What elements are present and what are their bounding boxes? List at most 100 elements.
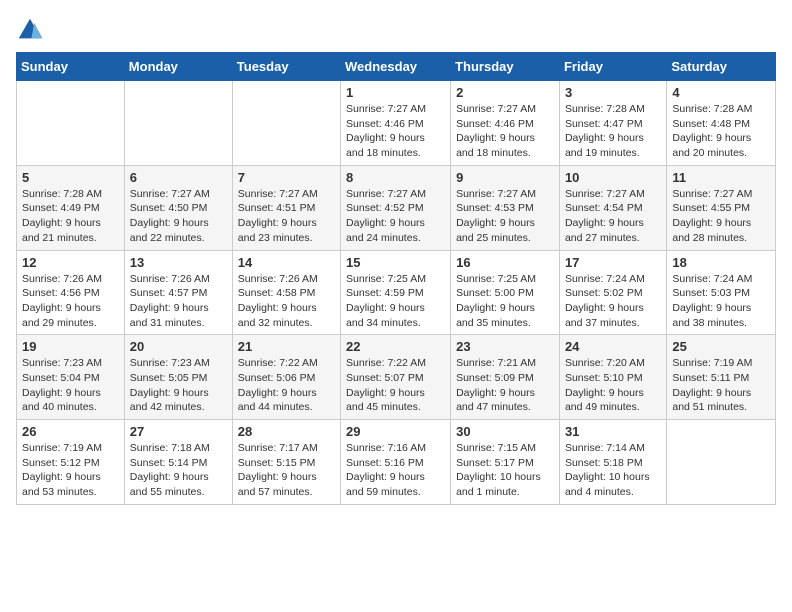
calendar-table: SundayMondayTuesdayWednesdayThursdayFrid… xyxy=(16,52,776,505)
daylight: Daylight: 9 hours and 35 minutes. xyxy=(456,302,535,329)
calendar-cell: 21 Sunrise: 7:22 AM Sunset: 5:06 PM Dayl… xyxy=(232,335,340,420)
calendar-week-row: 26 Sunrise: 7:19 AM Sunset: 5:12 PM Dayl… xyxy=(17,420,776,505)
sunrise: Sunrise: 7:15 AM xyxy=(456,442,536,454)
day-number: 13 xyxy=(130,255,227,270)
day-number: 2 xyxy=(456,85,554,100)
day-info: Sunrise: 7:19 AM Sunset: 5:12 PM Dayligh… xyxy=(22,441,119,500)
sunrise: Sunrise: 7:27 AM xyxy=(565,188,645,200)
day-number: 30 xyxy=(456,424,554,439)
sunrise: Sunrise: 7:24 AM xyxy=(565,273,645,285)
calendar-cell: 1 Sunrise: 7:27 AM Sunset: 4:46 PM Dayli… xyxy=(341,81,451,166)
calendar-week-row: 1 Sunrise: 7:27 AM Sunset: 4:46 PM Dayli… xyxy=(17,81,776,166)
day-info: Sunrise: 7:24 AM Sunset: 5:03 PM Dayligh… xyxy=(672,272,770,331)
day-number: 22 xyxy=(346,339,445,354)
daylight: Daylight: 9 hours and 28 minutes. xyxy=(672,217,751,244)
day-info: Sunrise: 7:27 AM Sunset: 4:55 PM Dayligh… xyxy=(672,187,770,246)
calendar-cell: 11 Sunrise: 7:27 AM Sunset: 4:55 PM Dayl… xyxy=(667,165,776,250)
daylight: Daylight: 9 hours and 23 minutes. xyxy=(238,217,317,244)
daylight: Daylight: 10 hours and 4 minutes. xyxy=(565,471,650,498)
sunset: Sunset: 5:05 PM xyxy=(130,372,208,384)
sunrise: Sunrise: 7:27 AM xyxy=(130,188,210,200)
sunrise: Sunrise: 7:25 AM xyxy=(456,273,536,285)
daylight: Daylight: 9 hours and 51 minutes. xyxy=(672,387,751,414)
day-number: 12 xyxy=(22,255,119,270)
sunrise: Sunrise: 7:27 AM xyxy=(346,188,426,200)
weekday-header: Thursday xyxy=(451,53,560,81)
weekday-header: Friday xyxy=(559,53,666,81)
calendar-cell: 5 Sunrise: 7:28 AM Sunset: 4:49 PM Dayli… xyxy=(17,165,125,250)
sunset: Sunset: 5:12 PM xyxy=(22,457,100,469)
daylight: Daylight: 9 hours and 25 minutes. xyxy=(456,217,535,244)
sunrise: Sunrise: 7:26 AM xyxy=(130,273,210,285)
daylight: Daylight: 9 hours and 59 minutes. xyxy=(346,471,425,498)
calendar-cell: 20 Sunrise: 7:23 AM Sunset: 5:05 PM Dayl… xyxy=(124,335,232,420)
day-info: Sunrise: 7:25 AM Sunset: 4:59 PM Dayligh… xyxy=(346,272,445,331)
sunset: Sunset: 5:17 PM xyxy=(456,457,534,469)
calendar-cell: 14 Sunrise: 7:26 AM Sunset: 4:58 PM Dayl… xyxy=(232,250,340,335)
daylight: Daylight: 9 hours and 53 minutes. xyxy=(22,471,101,498)
sunrise: Sunrise: 7:27 AM xyxy=(456,103,536,115)
page-header xyxy=(16,16,776,44)
sunset: Sunset: 4:57 PM xyxy=(130,287,208,299)
sunset: Sunset: 4:58 PM xyxy=(238,287,316,299)
day-number: 3 xyxy=(565,85,661,100)
weekday-header: Saturday xyxy=(667,53,776,81)
calendar-cell: 24 Sunrise: 7:20 AM Sunset: 5:10 PM Dayl… xyxy=(559,335,666,420)
calendar-cell: 26 Sunrise: 7:19 AM Sunset: 5:12 PM Dayl… xyxy=(17,420,125,505)
calendar-cell: 31 Sunrise: 7:14 AM Sunset: 5:18 PM Dayl… xyxy=(559,420,666,505)
calendar-cell xyxy=(17,81,125,166)
calendar-cell: 23 Sunrise: 7:21 AM Sunset: 5:09 PM Dayl… xyxy=(451,335,560,420)
day-info: Sunrise: 7:25 AM Sunset: 5:00 PM Dayligh… xyxy=(456,272,554,331)
day-number: 5 xyxy=(22,170,119,185)
calendar-cell: 25 Sunrise: 7:19 AM Sunset: 5:11 PM Dayl… xyxy=(667,335,776,420)
sunrise: Sunrise: 7:26 AM xyxy=(238,273,318,285)
daylight: Daylight: 9 hours and 38 minutes. xyxy=(672,302,751,329)
calendar-cell: 9 Sunrise: 7:27 AM Sunset: 4:53 PM Dayli… xyxy=(451,165,560,250)
daylight: Daylight: 9 hours and 18 minutes. xyxy=(346,132,425,159)
daylight: Daylight: 9 hours and 18 minutes. xyxy=(456,132,535,159)
sunset: Sunset: 5:00 PM xyxy=(456,287,534,299)
sunset: Sunset: 5:03 PM xyxy=(672,287,750,299)
day-info: Sunrise: 7:28 AM Sunset: 4:47 PM Dayligh… xyxy=(565,102,661,161)
sunset: Sunset: 5:10 PM xyxy=(565,372,643,384)
day-info: Sunrise: 7:17 AM Sunset: 5:15 PM Dayligh… xyxy=(238,441,335,500)
day-number: 28 xyxy=(238,424,335,439)
calendar-cell: 30 Sunrise: 7:15 AM Sunset: 5:17 PM Dayl… xyxy=(451,420,560,505)
sunrise: Sunrise: 7:20 AM xyxy=(565,357,645,369)
day-number: 20 xyxy=(130,339,227,354)
day-number: 29 xyxy=(346,424,445,439)
day-info: Sunrise: 7:26 AM Sunset: 4:56 PM Dayligh… xyxy=(22,272,119,331)
day-number: 23 xyxy=(456,339,554,354)
day-number: 8 xyxy=(346,170,445,185)
sunrise: Sunrise: 7:27 AM xyxy=(346,103,426,115)
day-info: Sunrise: 7:24 AM Sunset: 5:02 PM Dayligh… xyxy=(565,272,661,331)
weekday-header: Tuesday xyxy=(232,53,340,81)
daylight: Daylight: 9 hours and 37 minutes. xyxy=(565,302,644,329)
sunrise: Sunrise: 7:27 AM xyxy=(238,188,318,200)
daylight: Daylight: 9 hours and 40 minutes. xyxy=(22,387,101,414)
sunset: Sunset: 4:46 PM xyxy=(346,118,424,130)
day-info: Sunrise: 7:23 AM Sunset: 5:05 PM Dayligh… xyxy=(130,356,227,415)
daylight: Daylight: 9 hours and 57 minutes. xyxy=(238,471,317,498)
sunset: Sunset: 5:16 PM xyxy=(346,457,424,469)
weekday-header: Sunday xyxy=(17,53,125,81)
sunrise: Sunrise: 7:25 AM xyxy=(346,273,426,285)
calendar-cell: 6 Sunrise: 7:27 AM Sunset: 4:50 PM Dayli… xyxy=(124,165,232,250)
day-number: 19 xyxy=(22,339,119,354)
sunrise: Sunrise: 7:22 AM xyxy=(238,357,318,369)
day-info: Sunrise: 7:21 AM Sunset: 5:09 PM Dayligh… xyxy=(456,356,554,415)
day-info: Sunrise: 7:27 AM Sunset: 4:50 PM Dayligh… xyxy=(130,187,227,246)
day-info: Sunrise: 7:16 AM Sunset: 5:16 PM Dayligh… xyxy=(346,441,445,500)
day-info: Sunrise: 7:28 AM Sunset: 4:48 PM Dayligh… xyxy=(672,102,770,161)
sunrise: Sunrise: 7:22 AM xyxy=(346,357,426,369)
day-info: Sunrise: 7:19 AM Sunset: 5:11 PM Dayligh… xyxy=(672,356,770,415)
sunset: Sunset: 4:59 PM xyxy=(346,287,424,299)
day-info: Sunrise: 7:27 AM Sunset: 4:51 PM Dayligh… xyxy=(238,187,335,246)
sunset: Sunset: 4:53 PM xyxy=(456,202,534,214)
weekday-header: Wednesday xyxy=(341,53,451,81)
sunrise: Sunrise: 7:14 AM xyxy=(565,442,645,454)
calendar-cell: 2 Sunrise: 7:27 AM Sunset: 4:46 PM Dayli… xyxy=(451,81,560,166)
sunrise: Sunrise: 7:28 AM xyxy=(565,103,645,115)
sunrise: Sunrise: 7:28 AM xyxy=(22,188,102,200)
sunset: Sunset: 5:18 PM xyxy=(565,457,643,469)
